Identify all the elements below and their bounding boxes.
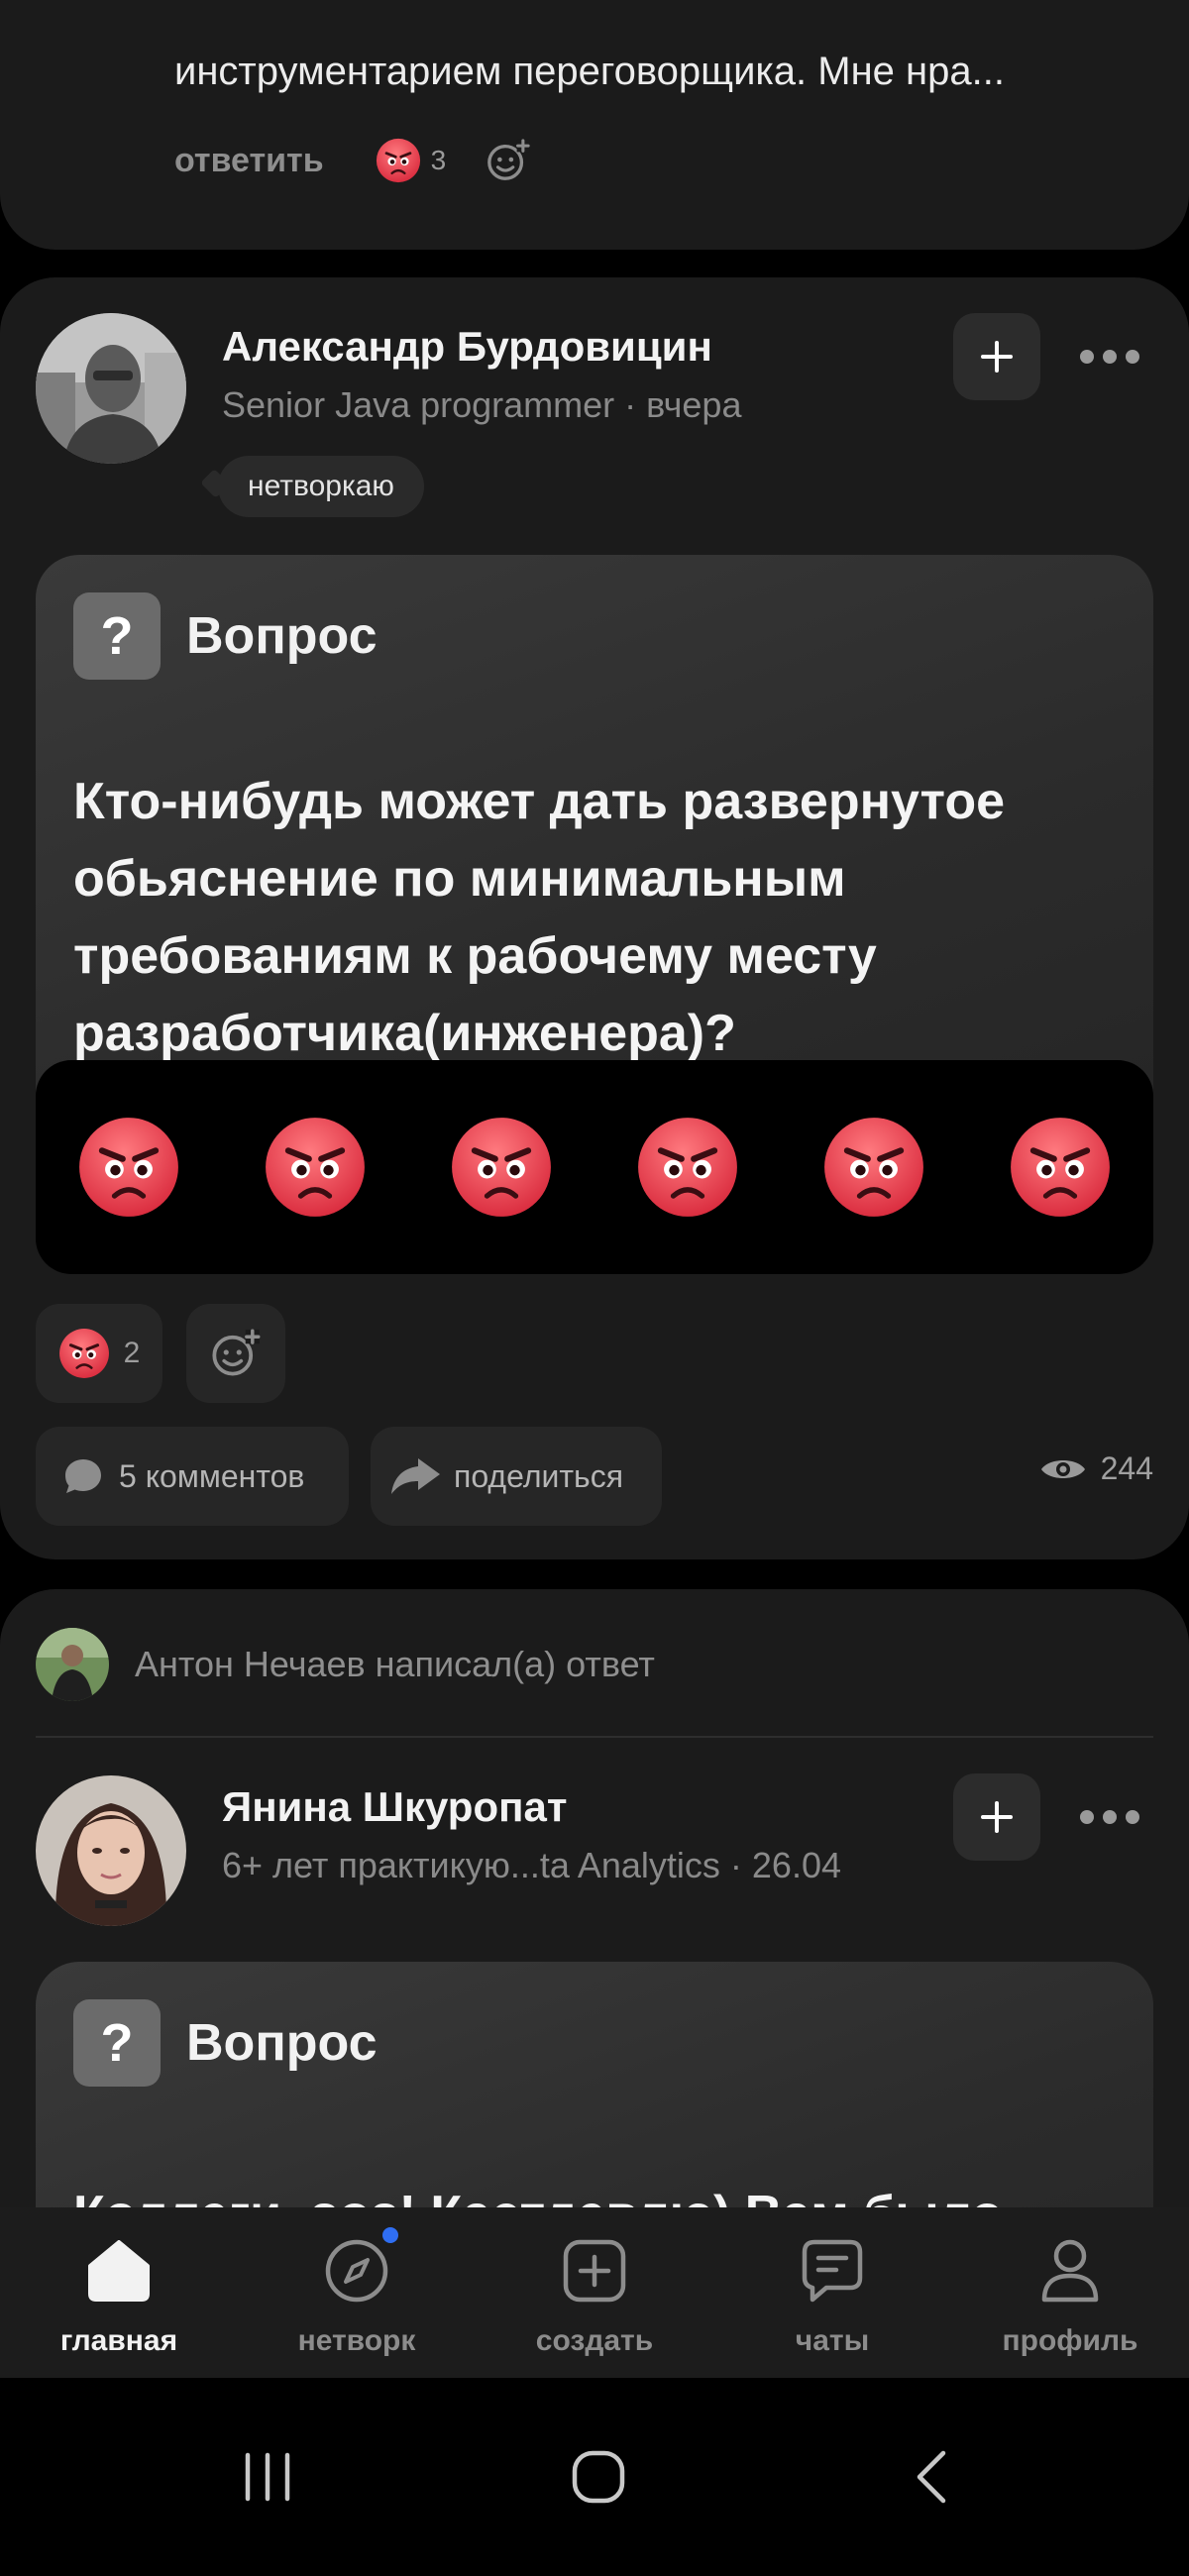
angry-face-icon[interactable] — [636, 1116, 739, 1219]
nav-label: нетворк — [297, 2324, 416, 2357]
dot — [1126, 350, 1139, 364]
question-mark-icon: ? — [73, 1999, 161, 2087]
comments-button[interactable]: 5 комментов — [36, 1427, 349, 1526]
compass-icon — [321, 2235, 392, 2307]
dot — [1080, 1810, 1094, 1824]
share-arrow-icon — [391, 1458, 440, 1494]
avatar[interactable] — [36, 313, 186, 464]
home-icon — [83, 2235, 155, 2307]
status-bubble: нетворкаю — [218, 456, 424, 517]
share-button[interactable]: поделиться — [371, 1427, 662, 1526]
angry-face-icon — [376, 138, 421, 183]
nav-item-create[interactable]: создать — [476, 2207, 713, 2378]
reaction-counter[interactable]: 2 — [36, 1304, 162, 1403]
reply-button[interactable]: ответить — [174, 142, 324, 180]
comment-text[interactable]: инструментарием переговорщика. Мне нра..… — [174, 50, 1005, 94]
nav-item-profile[interactable]: профиль — [951, 2207, 1189, 2378]
comment-icon — [65, 1459, 101, 1493]
answer-notice-text: Антон Нечаев написал(а) ответ — [135, 1644, 655, 1684]
author-photo — [36, 1628, 109, 1701]
views-count: 244 — [1100, 1450, 1153, 1486]
add-reaction-icon — [210, 1328, 262, 1379]
more-options-button[interactable] — [1080, 347, 1139, 367]
question-mark-icon: ? — [73, 592, 161, 680]
nav-label: профиль — [1002, 2324, 1138, 2357]
reaction-count: 2 — [123, 1337, 141, 1369]
post-card[interactable]: Александр Бурдовицин Senior Java program… — [0, 277, 1189, 1559]
bottom-navigation: главная нетворк создать чаты профиль — [0, 2207, 1189, 2378]
angry-face-icon[interactable] — [77, 1116, 180, 1219]
comments-label: 5 комментов — [119, 1457, 305, 1494]
eye-icon — [1040, 1459, 1085, 1478]
dot — [1080, 350, 1094, 364]
avatar[interactable] — [36, 1775, 186, 1926]
angry-face-icon[interactable] — [264, 1116, 367, 1219]
author-subtitle: 6+ лет практикую...ta Analytics · 26.04 — [222, 1845, 841, 1885]
author-name[interactable]: Александр Бурдовицин — [222, 323, 712, 371]
comment-actions: ответить 3 — [174, 131, 531, 190]
person-icon — [1034, 2235, 1106, 2307]
add-reaction-button[interactable] — [186, 1304, 285, 1403]
reaction-counter[interactable]: 3 — [376, 138, 447, 183]
dot — [1126, 1810, 1139, 1824]
chat-icon — [797, 2235, 868, 2307]
angry-face-icon[interactable] — [1009, 1116, 1112, 1219]
nav-label: создать — [535, 2324, 654, 2357]
author-photo — [36, 1775, 186, 1926]
nav-item-home[interactable]: главная — [0, 2207, 238, 2378]
angry-face-icon — [58, 1328, 110, 1379]
nav-label: главная — [59, 2324, 178, 2357]
nav-item-network[interactable]: нетворк — [238, 2207, 476, 2378]
notification-dot — [382, 2227, 398, 2243]
question-box[interactable]: ? Вопрос Коллеги, sos! Кастдевлю) Вам бы… — [36, 1962, 1153, 2207]
reaction-picker — [36, 1060, 1153, 1274]
system-navigation-bar — [0, 2378, 1189, 2576]
nav-item-chats[interactable]: чаты — [713, 2207, 951, 2378]
follow-button[interactable] — [953, 1773, 1040, 1861]
question-text: Кто-нибудь может дать развернутое обьясн… — [73, 773, 1006, 1062]
nav-label: чаты — [795, 2324, 870, 2357]
previous-comment-card: инструментарием переговорщика. Мне нра..… — [0, 0, 1189, 250]
author-photo — [36, 313, 186, 464]
post-card[interactable]: Антон Нечаев написал(а) ответ Янина Шкур… — [0, 1589, 1189, 2207]
divider — [36, 1736, 1153, 1738]
question-label: Вопрос — [186, 2014, 378, 2072]
avatar — [36, 1628, 109, 1701]
reaction-count: 3 — [430, 145, 447, 175]
views-counter: 244 — [1039, 1450, 1153, 1487]
plus-icon — [981, 341, 1013, 373]
add-reaction-icon[interactable] — [486, 138, 531, 183]
back-icon[interactable] — [892, 2437, 971, 2517]
dot — [1103, 350, 1117, 364]
author-subtitle: Senior Java programmer · вчера — [222, 384, 742, 425]
question-text: Коллеги, sos! Кастдевлю) Вам было — [73, 2176, 1134, 2207]
feed[interactable]: инструментарием переговорщика. Мне нра..… — [0, 0, 1189, 2207]
author-name[interactable]: Янина Шкуропат — [222, 1783, 567, 1831]
home-circle-icon[interactable] — [559, 2437, 638, 2517]
question-label: Вопрос — [186, 607, 378, 665]
dot — [1103, 1810, 1117, 1824]
plus-square-icon — [559, 2235, 630, 2307]
share-label: поделиться — [454, 1457, 624, 1494]
follow-button[interactable] — [953, 313, 1040, 400]
angry-face-icon[interactable] — [450, 1116, 553, 1219]
angry-face-icon[interactable] — [822, 1116, 925, 1219]
recent-apps-icon[interactable] — [228, 2437, 307, 2517]
more-options-button[interactable] — [1080, 1807, 1139, 1827]
answer-notice[interactable]: Антон Нечаев написал(а) ответ — [36, 1625, 655, 1704]
plus-icon — [981, 1801, 1013, 1833]
